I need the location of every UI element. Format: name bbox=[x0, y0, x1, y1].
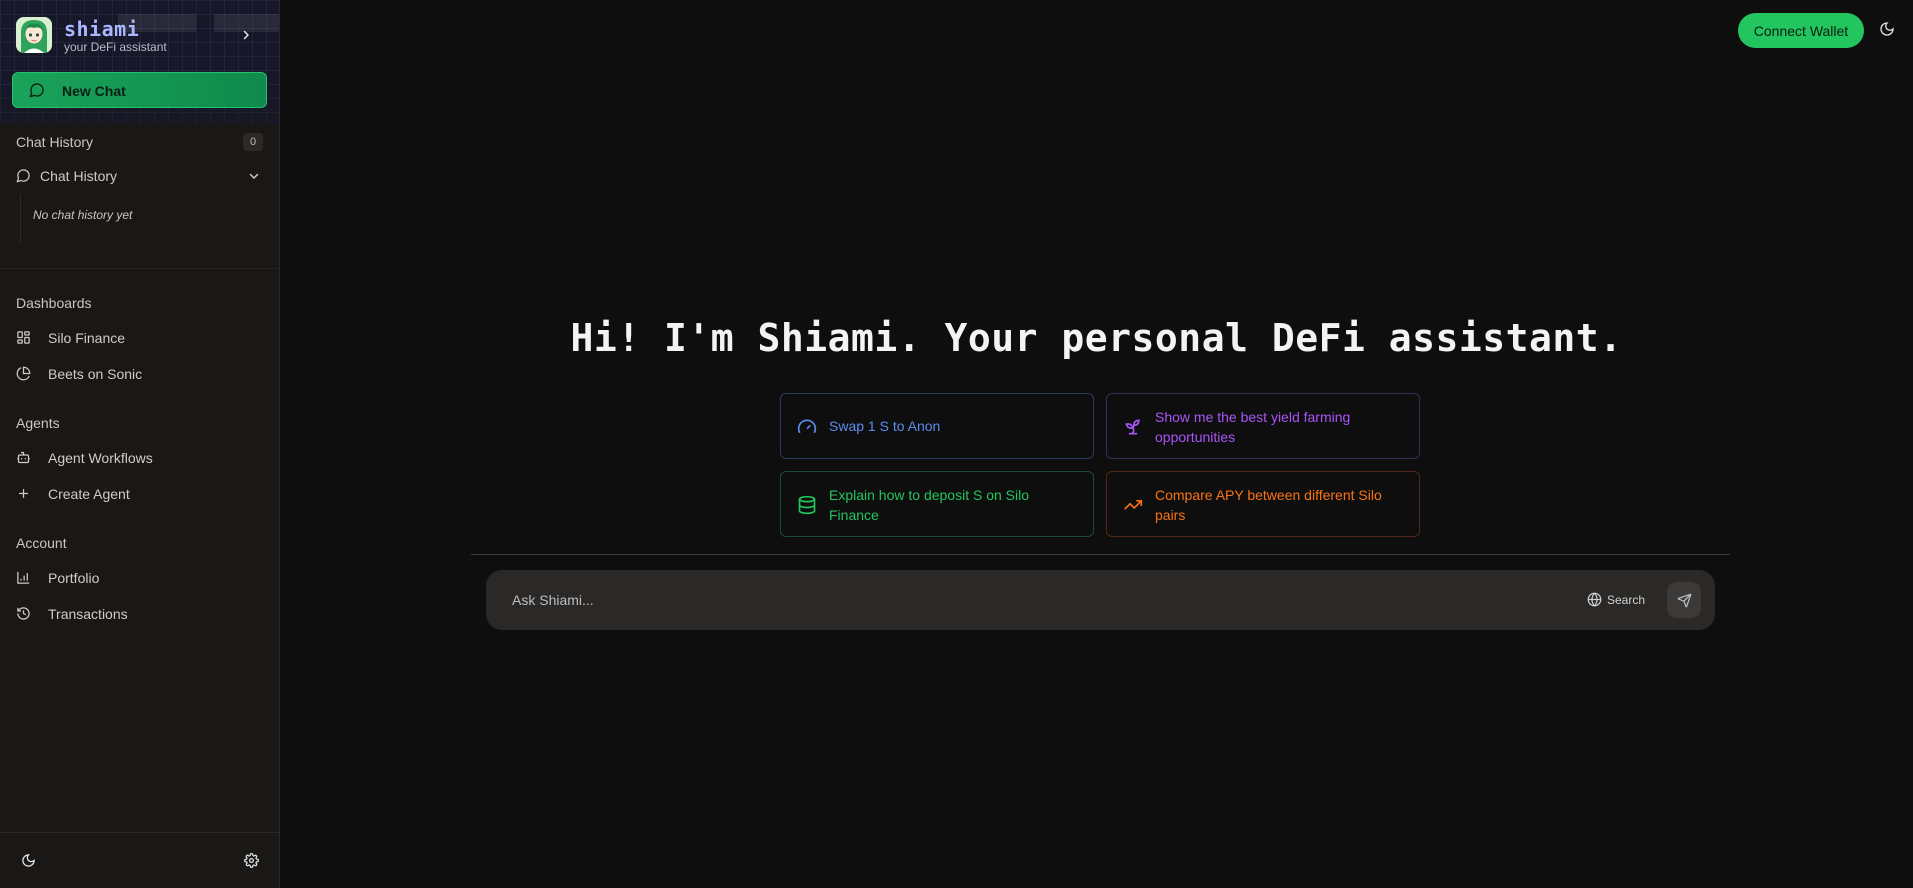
chat-input[interactable] bbox=[512, 588, 1512, 612]
dashboards-title: Dashboards bbox=[16, 295, 92, 311]
globe-icon bbox=[1587, 592, 1602, 612]
chat-history-count-badge: 0 bbox=[243, 133, 263, 151]
gear-icon bbox=[243, 852, 259, 868]
sidebar-item-label: Beets on Sonic bbox=[48, 366, 143, 382]
sidebar-collapse-button[interactable] bbox=[236, 25, 256, 45]
sidebar-item-label: Transactions bbox=[48, 606, 128, 622]
page-title: Hi! I'm Shiami. Your personal DeFi assis… bbox=[570, 316, 1623, 360]
chat-history-title: Chat History bbox=[16, 134, 94, 150]
avatar-image bbox=[16, 17, 52, 53]
chevron-down-icon bbox=[248, 169, 260, 187]
suggestion-label: Swap 1 S to Anon bbox=[829, 418, 941, 434]
sidebar: shiami your DeFi assistant New Chat Chat… bbox=[0, 0, 280, 888]
history-icon bbox=[16, 606, 31, 626]
plus-icon bbox=[16, 486, 31, 506]
chat-input-bar: Search bbox=[486, 570, 1715, 630]
sidebar-item-label: Create Agent bbox=[48, 486, 130, 502]
new-chat-button[interactable]: New Chat bbox=[12, 72, 267, 108]
message-circle-icon bbox=[29, 82, 45, 103]
empty-history-text: No chat history yet bbox=[33, 208, 133, 222]
connect-wallet-button[interactable]: Connect Wallet bbox=[1738, 13, 1864, 48]
history-tree-line bbox=[20, 194, 21, 244]
grid-icon bbox=[16, 330, 31, 350]
suggestion-card-deposit[interactable]: Explain how to deposit S on Silo Finance bbox=[780, 471, 1094, 537]
sidebar-item-label: Silo Finance bbox=[48, 330, 126, 346]
send-icon bbox=[1677, 593, 1691, 607]
sidebar-item-portfolio[interactable]: Portfolio bbox=[12, 564, 267, 592]
chat-history-toggle[interactable]: Chat History bbox=[12, 165, 267, 187]
sidebar-item-label: Portfolio bbox=[48, 570, 100, 586]
chat-divider bbox=[471, 554, 1730, 555]
theme-toggle-button[interactable] bbox=[19, 851, 37, 869]
avatar bbox=[16, 17, 52, 53]
sidebar-divider bbox=[0, 268, 279, 269]
bar-chart-icon bbox=[16, 570, 31, 590]
sidebar-item-silo-finance[interactable]: Silo Finance bbox=[12, 324, 267, 352]
sprout-icon bbox=[1123, 417, 1143, 442]
sidebar-item-label: Agent Workflows bbox=[48, 450, 153, 466]
sidebar-item-beets-on-sonic[interactable]: Beets on Sonic bbox=[12, 360, 267, 388]
suggestion-card-yield-farming[interactable]: Show me the best yield farming opportuni… bbox=[1106, 393, 1420, 459]
moon-icon bbox=[21, 853, 35, 867]
theme-toggle-button[interactable] bbox=[1879, 21, 1897, 39]
agents-title: Agents bbox=[16, 415, 60, 431]
chat-history-toggle-label: Chat History bbox=[40, 168, 118, 184]
suggestion-card-swap[interactable]: Swap 1 S to Anon bbox=[780, 393, 1094, 459]
brand-subtitle: your DeFi assistant bbox=[64, 40, 167, 54]
chevron-right-icon bbox=[243, 30, 249, 40]
sidebar-item-create-agent[interactable]: Create Agent bbox=[12, 480, 267, 508]
bot-icon bbox=[16, 450, 31, 470]
sidebar-item-agent-workflows[interactable]: Agent Workflows bbox=[12, 444, 267, 472]
database-icon bbox=[797, 495, 817, 520]
account-title: Account bbox=[16, 535, 67, 551]
suggestion-label: Explain how to deposit S on Silo Finance bbox=[829, 487, 1030, 523]
message-circle-icon bbox=[16, 168, 31, 188]
pie-chart-icon bbox=[16, 366, 31, 386]
suggestion-label: Compare APY between different Silo pairs bbox=[1155, 487, 1382, 523]
trending-up-icon bbox=[1123, 495, 1143, 520]
send-button[interactable] bbox=[1667, 582, 1701, 618]
sidebar-item-transactions[interactable]: Transactions bbox=[12, 600, 267, 628]
moon-icon bbox=[1880, 22, 1894, 36]
suggestion-label: Show me the best yield farming opportuni… bbox=[1155, 409, 1351, 445]
gauge-icon bbox=[797, 417, 817, 442]
brand-name: shiami bbox=[64, 17, 140, 41]
settings-button[interactable] bbox=[242, 851, 260, 869]
search-label: Search bbox=[1607, 593, 1646, 607]
new-chat-label: New Chat bbox=[62, 83, 126, 99]
suggestion-card-compare-apy[interactable]: Compare APY between different Silo pairs bbox=[1106, 471, 1420, 537]
sidebar-footer-divider bbox=[0, 832, 279, 833]
